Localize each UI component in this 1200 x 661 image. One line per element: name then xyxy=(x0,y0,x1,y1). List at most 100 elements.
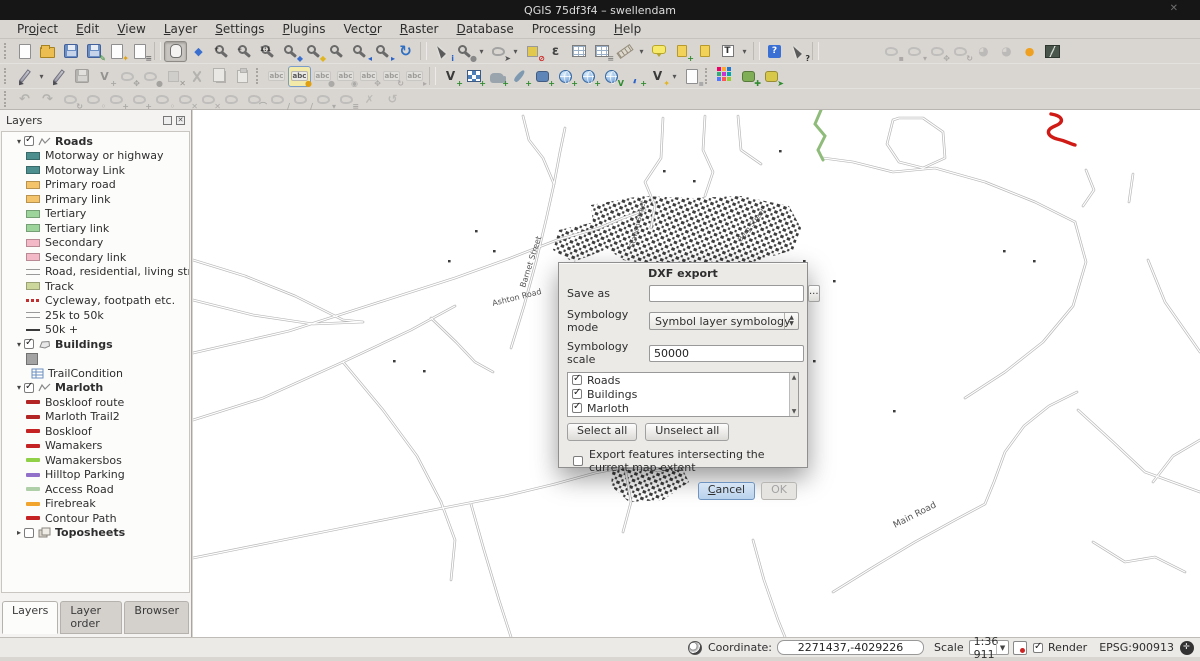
labeling-options-button[interactable]: abc● xyxy=(288,66,311,87)
layer-export-checkbox[interactable] xyxy=(572,389,582,399)
map-tips-button[interactable] xyxy=(647,41,670,62)
pan-map-button[interactable] xyxy=(164,41,187,62)
menu-processing[interactable]: Processing xyxy=(523,21,605,37)
layer-group-marloth[interactable]: ▾Marloth xyxy=(2,381,189,396)
render-checkbox[interactable] xyxy=(1033,643,1043,653)
tab-layers[interactable]: Layers xyxy=(2,601,58,634)
scrollbar[interactable]: ▲▼ xyxy=(789,373,798,416)
select-by-expression-button[interactable]: ε xyxy=(544,41,567,62)
measure-button[interactable] xyxy=(613,41,636,62)
select-features-button[interactable]: ● xyxy=(453,41,476,62)
toolbar-grip[interactable] xyxy=(4,91,9,107)
menu-edit[interactable]: Edit xyxy=(67,21,108,37)
zoom-to-selection-button[interactable]: ◆ xyxy=(302,41,325,62)
add-spatialite-layer-button[interactable]: + xyxy=(508,66,531,87)
tab-browser[interactable]: Browser xyxy=(124,601,189,634)
symbology-item[interactable]: Marloth Trail2 xyxy=(2,410,189,425)
annotation-menu-icon[interactable]: ▾ xyxy=(739,47,750,56)
new-temporary-layer-button[interactable]: ▪ xyxy=(680,66,703,87)
new-shapefile-layer-button[interactable]: V✦ xyxy=(646,66,669,87)
symbology-item[interactable]: Boskloof route xyxy=(2,395,189,410)
zoom-last-button[interactable]: ◂ xyxy=(348,41,371,62)
project-save-as-button[interactable]: ✎ xyxy=(82,41,105,62)
symbology-item[interactable]: Primary link xyxy=(2,192,189,207)
symbology-item[interactable]: Wamakers xyxy=(2,439,189,454)
add-mssql-layer-button[interactable]: + xyxy=(531,66,554,87)
symbology-item[interactable]: Motorway Link xyxy=(2,163,189,178)
add-wfs-layer-button[interactable]: V xyxy=(600,66,623,87)
symbology-item[interactable]: Hilltop Parking xyxy=(2,468,189,483)
current-edits-menu-icon[interactable]: ▾ xyxy=(36,72,47,81)
add-wms-layer-button[interactable]: + xyxy=(554,66,577,87)
new-layer-menu-icon[interactable]: ▾ xyxy=(669,72,680,81)
open-attribute-table-button[interactable] xyxy=(567,41,590,62)
layer-export-checkbox[interactable] xyxy=(572,403,582,413)
symbology-item[interactable]: Motorway or highway xyxy=(2,149,189,164)
python-console-button[interactable] xyxy=(714,66,737,87)
pan-to-selection-button[interactable]: ◆ xyxy=(187,41,210,62)
menu-view[interactable]: View xyxy=(108,21,154,37)
menu-layer[interactable]: Layer xyxy=(155,21,206,37)
layer-checkbox[interactable] xyxy=(24,136,34,146)
zoom-native-button[interactable]: 1:1 xyxy=(256,41,279,62)
add-postgis-layer-button[interactable]: + xyxy=(485,66,508,87)
symbology-item[interactable] xyxy=(2,352,189,367)
symbology-item[interactable]: Primary road xyxy=(2,178,189,193)
identify-features-button[interactable]: i xyxy=(430,41,453,62)
dialog-layer-buildings[interactable]: Buildings xyxy=(568,387,798,401)
scale-select[interactable]: 1:36 911 ▼ xyxy=(969,640,1009,655)
menu-vector[interactable]: Vector xyxy=(335,21,391,37)
measure-menu-icon[interactable]: ▾ xyxy=(636,47,647,56)
magnifier-edit-icon[interactable] xyxy=(1013,641,1027,655)
close-icon[interactable]: ✕ xyxy=(1170,3,1192,14)
whats-this-button[interactable]: ? xyxy=(786,41,809,62)
add-vector-layer-button[interactable]: V+ xyxy=(439,66,462,87)
symbology-item[interactable]: Secondary xyxy=(2,236,189,251)
zoom-full-button[interactable]: ◆ xyxy=(279,41,302,62)
symbology-item[interactable]: Track xyxy=(2,279,189,294)
select-features-menu-icon[interactable]: ▾ xyxy=(476,47,487,56)
chevron-down-icon[interactable]: ▼ xyxy=(996,641,1008,654)
save-as-input[interactable] xyxy=(649,285,804,302)
coordinate-input[interactable] xyxy=(777,640,924,655)
current-edits-button[interactable] xyxy=(13,66,36,87)
expander-icon[interactable]: ▸ xyxy=(14,528,24,537)
field-calculator-button[interactable]: ≡ xyxy=(590,41,613,62)
select-by-rectangle-button[interactable]: ➤ xyxy=(487,41,510,62)
symbology-item[interactable]: Access Road xyxy=(2,482,189,497)
symbology-item[interactable]: Wamakersbos xyxy=(2,453,189,468)
layer-checkbox[interactable] xyxy=(24,383,34,393)
symbology-item[interactable]: Cycleway, footpath etc. xyxy=(2,294,189,309)
toolbar-grip[interactable] xyxy=(705,68,710,84)
crs-status-icon[interactable] xyxy=(1180,641,1194,655)
symbology-item[interactable]: Tertiary xyxy=(2,207,189,222)
new-bookmark-button[interactable]: + xyxy=(670,41,693,62)
new-print-composer-button[interactable]: ✦ xyxy=(105,41,128,62)
cancel-button[interactable]: Cancel xyxy=(698,482,755,500)
symbology-item[interactable]: Secondary link xyxy=(2,250,189,265)
add-delimited-text-layer-button[interactable]: ⸲+ xyxy=(623,66,646,87)
expander-icon[interactable]: ▾ xyxy=(14,383,24,392)
symbology-item[interactable]: Road, residential, living street, etc. xyxy=(2,265,189,280)
add-wcs-layer-button[interactable]: + xyxy=(577,66,600,87)
toolbar-grip[interactable] xyxy=(256,68,261,84)
toggle-editing-button[interactable] xyxy=(47,66,70,87)
extent-checkbox[interactable] xyxy=(573,456,583,466)
extents-tracking-icon[interactable] xyxy=(688,641,702,655)
highlight-pinned-labels-button[interactable]: ● xyxy=(1018,41,1041,62)
zoom-next-button[interactable]: ▸ xyxy=(371,41,394,62)
toolbar-grip[interactable] xyxy=(4,68,9,84)
menu-settings[interactable]: Settings xyxy=(206,21,273,37)
menu-database[interactable]: Database xyxy=(447,21,522,37)
spinner-arrows-icon[interactable]: ▲▼ xyxy=(784,313,798,329)
select-menu-icon[interactable]: ▾ xyxy=(510,47,521,56)
layer-checkbox[interactable] xyxy=(24,339,34,349)
toolbar-grip[interactable] xyxy=(4,43,9,59)
tab-layer-order[interactable]: Layer order xyxy=(60,601,122,634)
symbology-item[interactable]: Tertiary link xyxy=(2,221,189,236)
menu-plugins[interactable]: Plugins xyxy=(274,21,335,37)
menu-help[interactable]: Help xyxy=(605,21,650,37)
menu-project[interactable]: Project xyxy=(8,21,67,37)
project-open-button[interactable] xyxy=(36,41,59,62)
map-refresh-button[interactable]: ↻ xyxy=(394,41,417,62)
